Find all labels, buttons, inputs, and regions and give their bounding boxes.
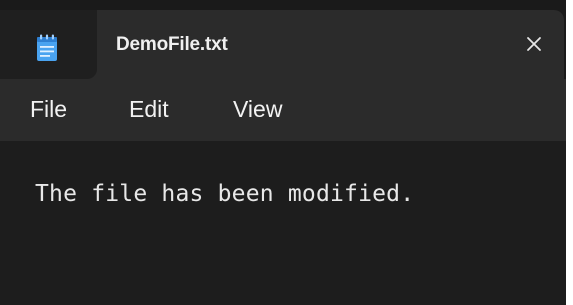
tab-icon-area (0, 10, 97, 79)
text-editor-area[interactable]: The file has been modified. (0, 141, 566, 305)
notepad-window: DemoFile.txt File Edit View The file has… (0, 0, 566, 305)
document-tab[interactable] (0, 10, 564, 79)
editor-content: The file has been modified. (35, 181, 415, 207)
menu-view[interactable]: View (233, 96, 282, 123)
menu-edit[interactable]: Edit (129, 96, 169, 123)
menu-bar: File Edit View (0, 79, 566, 141)
title-bar: DemoFile.txt (0, 0, 566, 79)
close-tab-button[interactable] (518, 28, 550, 60)
menu-file[interactable]: File (30, 96, 67, 123)
close-icon (527, 37, 541, 51)
tab-title: DemoFile.txt (116, 34, 228, 55)
notepad-icon (37, 34, 57, 61)
